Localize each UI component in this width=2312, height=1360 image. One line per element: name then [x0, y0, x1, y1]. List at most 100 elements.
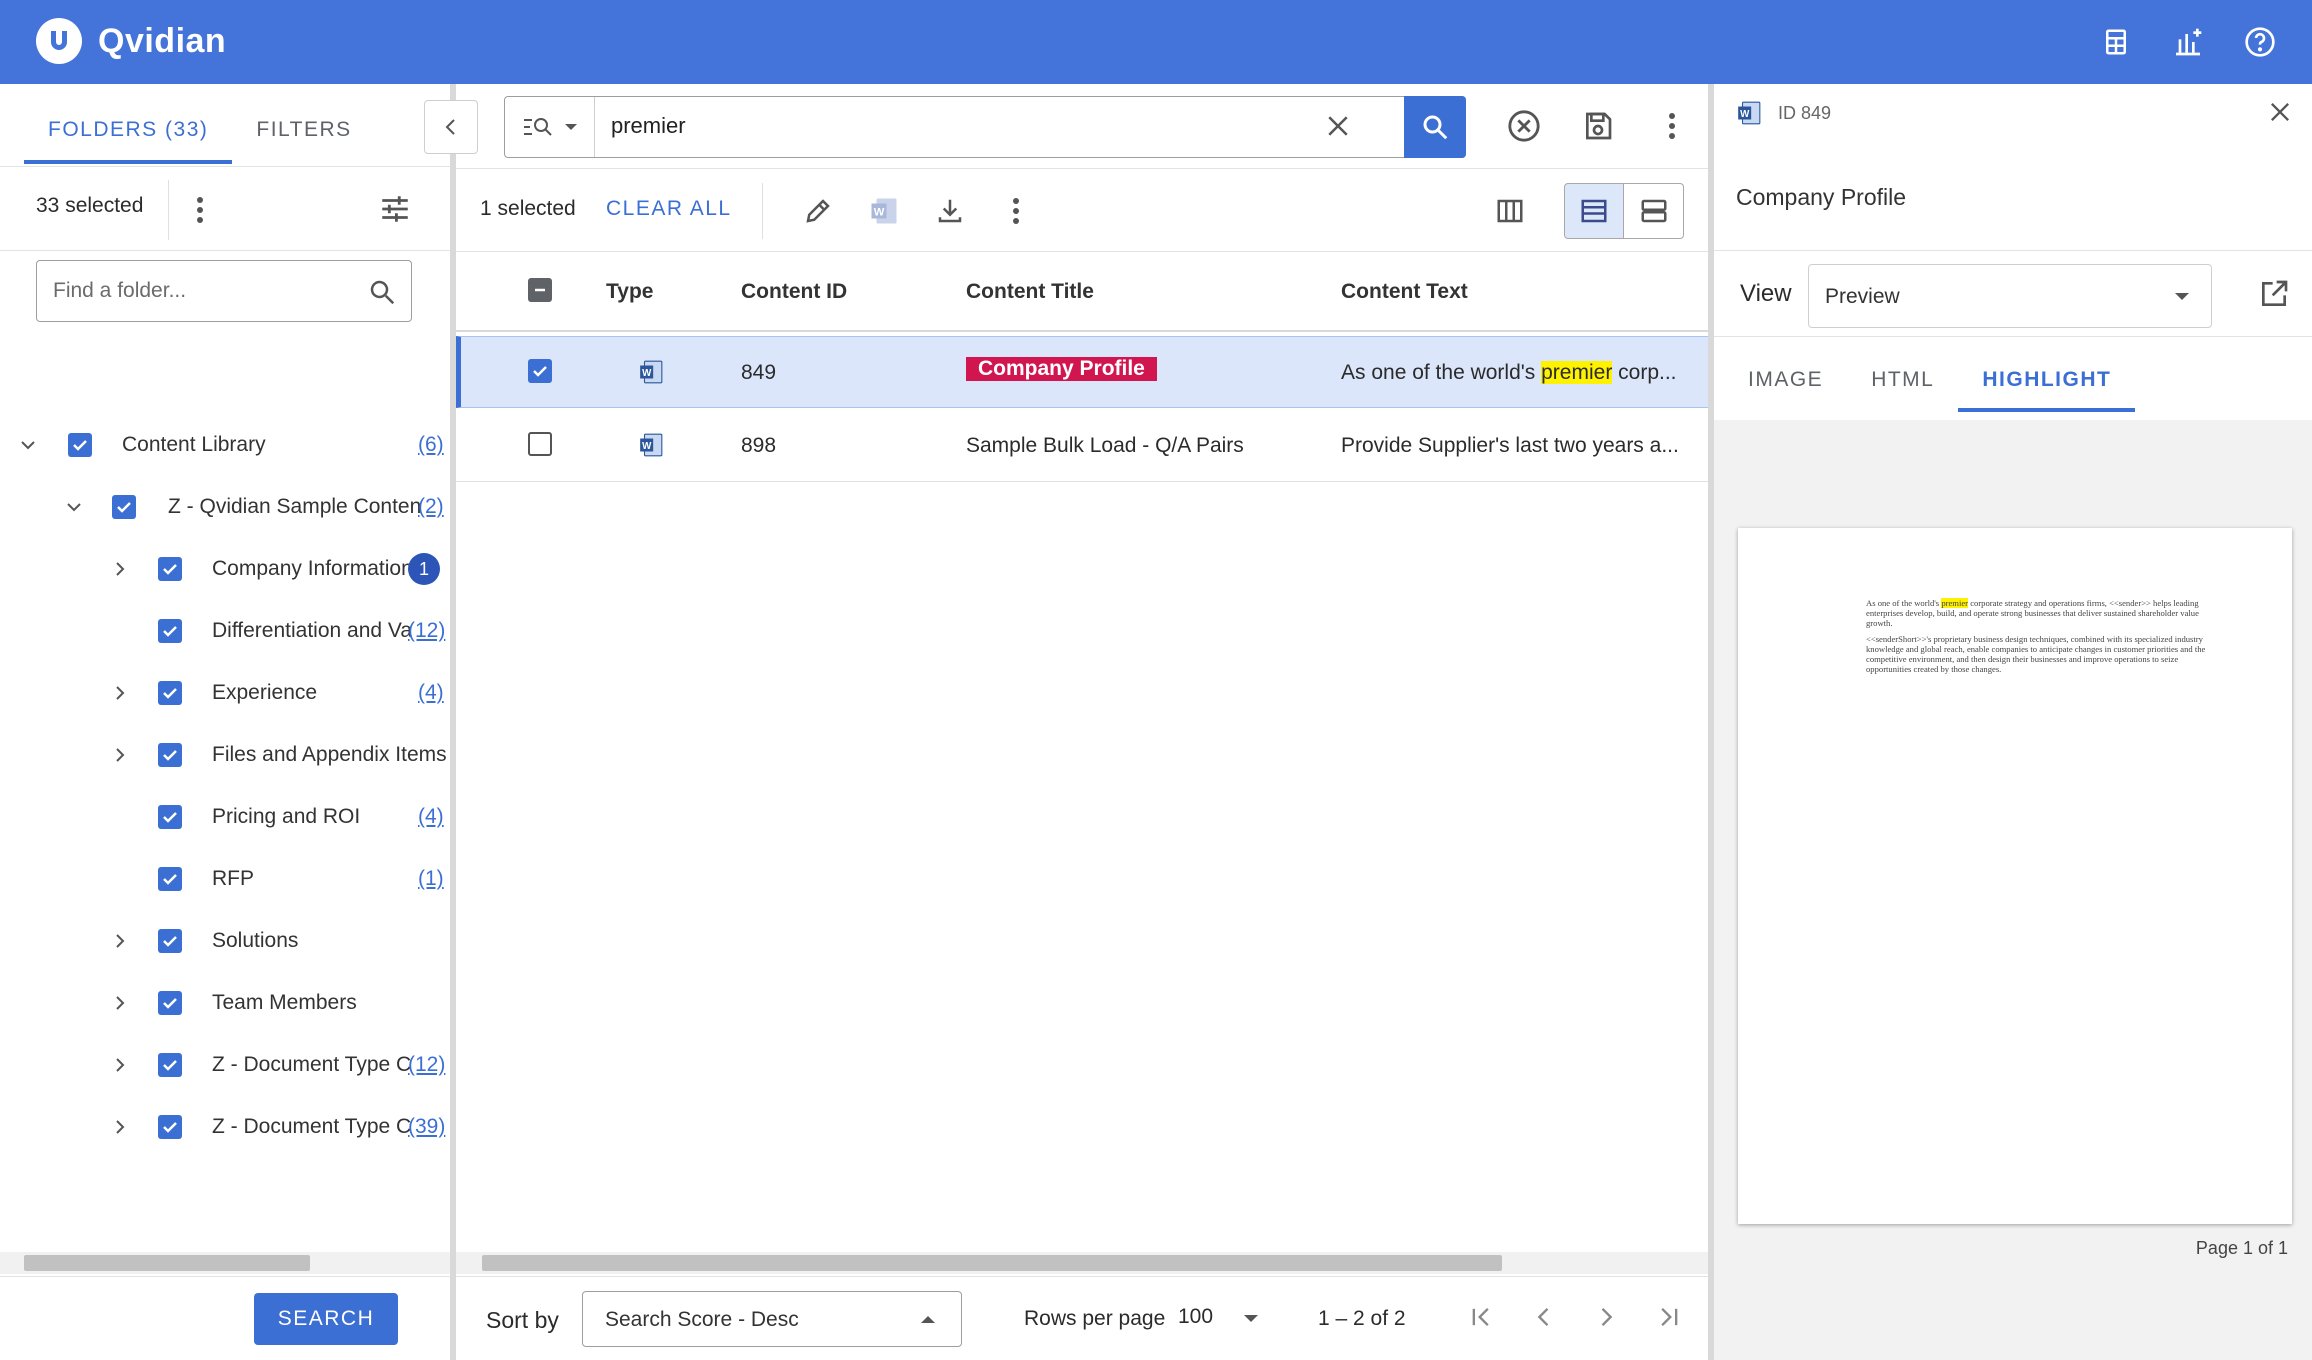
- more-options-icon[interactable]: [1650, 104, 1694, 148]
- save-icon[interactable]: [1576, 104, 1620, 148]
- checkbox-checked[interactable]: [158, 1053, 182, 1077]
- search-button[interactable]: SEARCH: [254, 1293, 398, 1345]
- close-icon[interactable]: [2266, 98, 2294, 126]
- tree-row-content-library[interactable]: Content Library (6): [14, 424, 450, 466]
- chevron-right-icon[interactable]: [106, 989, 134, 1017]
- chevron-right-icon[interactable]: [106, 741, 134, 769]
- insights-icon[interactable]: [2166, 20, 2210, 64]
- edit-icon[interactable]: [796, 189, 840, 233]
- tree-count[interactable]: (6): [418, 433, 444, 457]
- tree-count[interactable]: (39): [408, 1115, 445, 1139]
- search-submit-button[interactable]: [1404, 96, 1466, 158]
- next-page-icon[interactable]: [1584, 1295, 1628, 1339]
- word-document-icon[interactable]: W: [862, 189, 906, 233]
- checkbox-checked[interactable]: [158, 619, 182, 643]
- tree-row-document-type-1[interactable]: Z - Document Type Content (12): [106, 1044, 450, 1086]
- chevron-down-icon[interactable]: [14, 431, 42, 459]
- column-header-content-title[interactable]: Content Title: [966, 280, 1094, 304]
- column-header-content-text[interactable]: Content Text: [1341, 280, 1468, 304]
- chevron-right-icon[interactable]: [106, 1113, 134, 1141]
- checkbox-checked[interactable]: [158, 867, 182, 891]
- chevron-right-icon[interactable]: [106, 927, 134, 955]
- checkbox-checked[interactable]: [158, 1115, 182, 1139]
- folder-search-input[interactable]: Find a folder...: [36, 260, 412, 322]
- scrollbar-thumb[interactable]: [24, 1255, 310, 1271]
- tree-count[interactable]: (4): [418, 805, 444, 829]
- horizontal-scrollbar[interactable]: [0, 1252, 450, 1274]
- caret-down-icon[interactable]: [1244, 1315, 1258, 1322]
- help-icon[interactable]: [2238, 20, 2282, 64]
- tree-row-differentiation[interactable]: Differentiation and Value (12): [106, 610, 450, 652]
- sort-select[interactable]: Search Score - Desc: [582, 1291, 962, 1347]
- content-title-tag[interactable]: Company Profile: [966, 357, 1157, 381]
- row-checkbox[interactable]: [528, 432, 552, 456]
- download-icon[interactable]: [928, 189, 972, 233]
- previous-page-icon[interactable]: [1522, 1295, 1566, 1339]
- search-icon[interactable]: [367, 277, 397, 307]
- horizontal-scrollbar[interactable]: [456, 1252, 1708, 1274]
- more-options-icon[interactable]: [196, 196, 204, 224]
- card-view-button[interactable]: [1624, 183, 1684, 239]
- tab-folders[interactable]: FOLDERS (33): [24, 110, 233, 164]
- column-header-content-id[interactable]: Content ID: [741, 280, 847, 304]
- tab-image[interactable]: IMAGE: [1724, 358, 1847, 412]
- chevron-right-icon[interactable]: [106, 1051, 134, 1079]
- tree-row-files-appendix[interactable]: Files and Appendix Items: [106, 734, 450, 776]
- open-new-window-icon[interactable]: [2258, 278, 2290, 310]
- rows-per-page-label: Rows per page: [1024, 1307, 1166, 1330]
- search-mode-dropdown[interactable]: [505, 97, 595, 157]
- scrollbar-thumb[interactable]: [482, 1255, 1502, 1271]
- checkbox-checked[interactable]: [158, 929, 182, 953]
- clear-search-icon[interactable]: [1323, 111, 1353, 141]
- tab-html[interactable]: HTML: [1847, 358, 1958, 412]
- list-view-button[interactable]: [1564, 183, 1624, 239]
- tab-filters[interactable]: FILTERS: [232, 110, 375, 164]
- checkbox-checked[interactable]: [158, 805, 182, 829]
- first-page-icon[interactable]: [1460, 1295, 1504, 1339]
- calculator-icon[interactable]: [2094, 20, 2138, 64]
- word-file-icon: W: [638, 432, 664, 458]
- tab-highlight[interactable]: HIGHLIGHT: [1958, 358, 2136, 412]
- tree-row-solutions[interactable]: Solutions: [106, 920, 450, 962]
- rows-per-page-select[interactable]: 100: [1178, 1305, 1213, 1329]
- search-input[interactable]: premier: [611, 113, 686, 139]
- checkbox-checked[interactable]: [68, 433, 92, 457]
- app-logo[interactable]: Qvidian: [36, 18, 226, 64]
- checkbox-checked[interactable]: [112, 495, 136, 519]
- column-header-type[interactable]: Type: [606, 280, 653, 304]
- tree-row-pricing-roi[interactable]: Pricing and ROI (4): [106, 796, 450, 838]
- tree-count[interactable]: (12): [408, 1053, 445, 1077]
- tree-row-rfp[interactable]: RFP (1): [106, 858, 450, 900]
- clear-all-button[interactable]: CLEAR ALL: [606, 197, 732, 221]
- tree-count[interactable]: (2): [418, 495, 444, 519]
- row-checkbox[interactable]: [528, 359, 552, 383]
- cancel-circle-icon[interactable]: [1502, 104, 1546, 148]
- chevron-right-icon[interactable]: [106, 679, 134, 707]
- tree-row-team-members[interactable]: Team Members: [106, 982, 450, 1024]
- tune-icon[interactable]: [378, 192, 412, 226]
- table-row[interactable]: W 898 Sample Bulk Load - Q/A Pairs Provi…: [456, 410, 1708, 482]
- tree-row-document-type-2[interactable]: Z - Document Type Content (39): [106, 1106, 450, 1148]
- chevron-right-icon[interactable]: [106, 555, 134, 583]
- content-title[interactable]: Sample Bulk Load - Q/A Pairs: [966, 434, 1244, 458]
- last-page-icon[interactable]: [1646, 1295, 1690, 1339]
- tree-row-experience[interactable]: Experience (4): [106, 672, 450, 714]
- tree-count[interactable]: (4): [418, 681, 444, 705]
- tree-row-company-information[interactable]: Company Information 1: [106, 548, 450, 590]
- chevron-down-icon[interactable]: [60, 493, 88, 521]
- tree-count[interactable]: (12): [408, 619, 445, 643]
- checkbox-checked[interactable]: [158, 743, 182, 767]
- more-options-icon[interactable]: [994, 189, 1038, 233]
- tree-row-qvidian-sample[interactable]: Z - Qvidian Sample Content (2): [60, 486, 450, 528]
- checkbox-checked[interactable]: [158, 557, 182, 581]
- tree-count[interactable]: (1): [418, 867, 444, 891]
- checkbox-checked[interactable]: [158, 991, 182, 1015]
- select-all-checkbox[interactable]: [528, 278, 552, 302]
- collapse-panel-button[interactable]: [424, 100, 478, 154]
- checkbox-checked[interactable]: [158, 681, 182, 705]
- columns-view-button[interactable]: [1480, 183, 1540, 239]
- sort-select-value: Search Score - Desc: [605, 1308, 799, 1331]
- content-title[interactable]: Company Profile: [966, 357, 1157, 381]
- table-row[interactable]: W 849 Company Profile As one of the worl…: [456, 336, 1708, 408]
- view-select[interactable]: Preview: [1808, 264, 2212, 328]
